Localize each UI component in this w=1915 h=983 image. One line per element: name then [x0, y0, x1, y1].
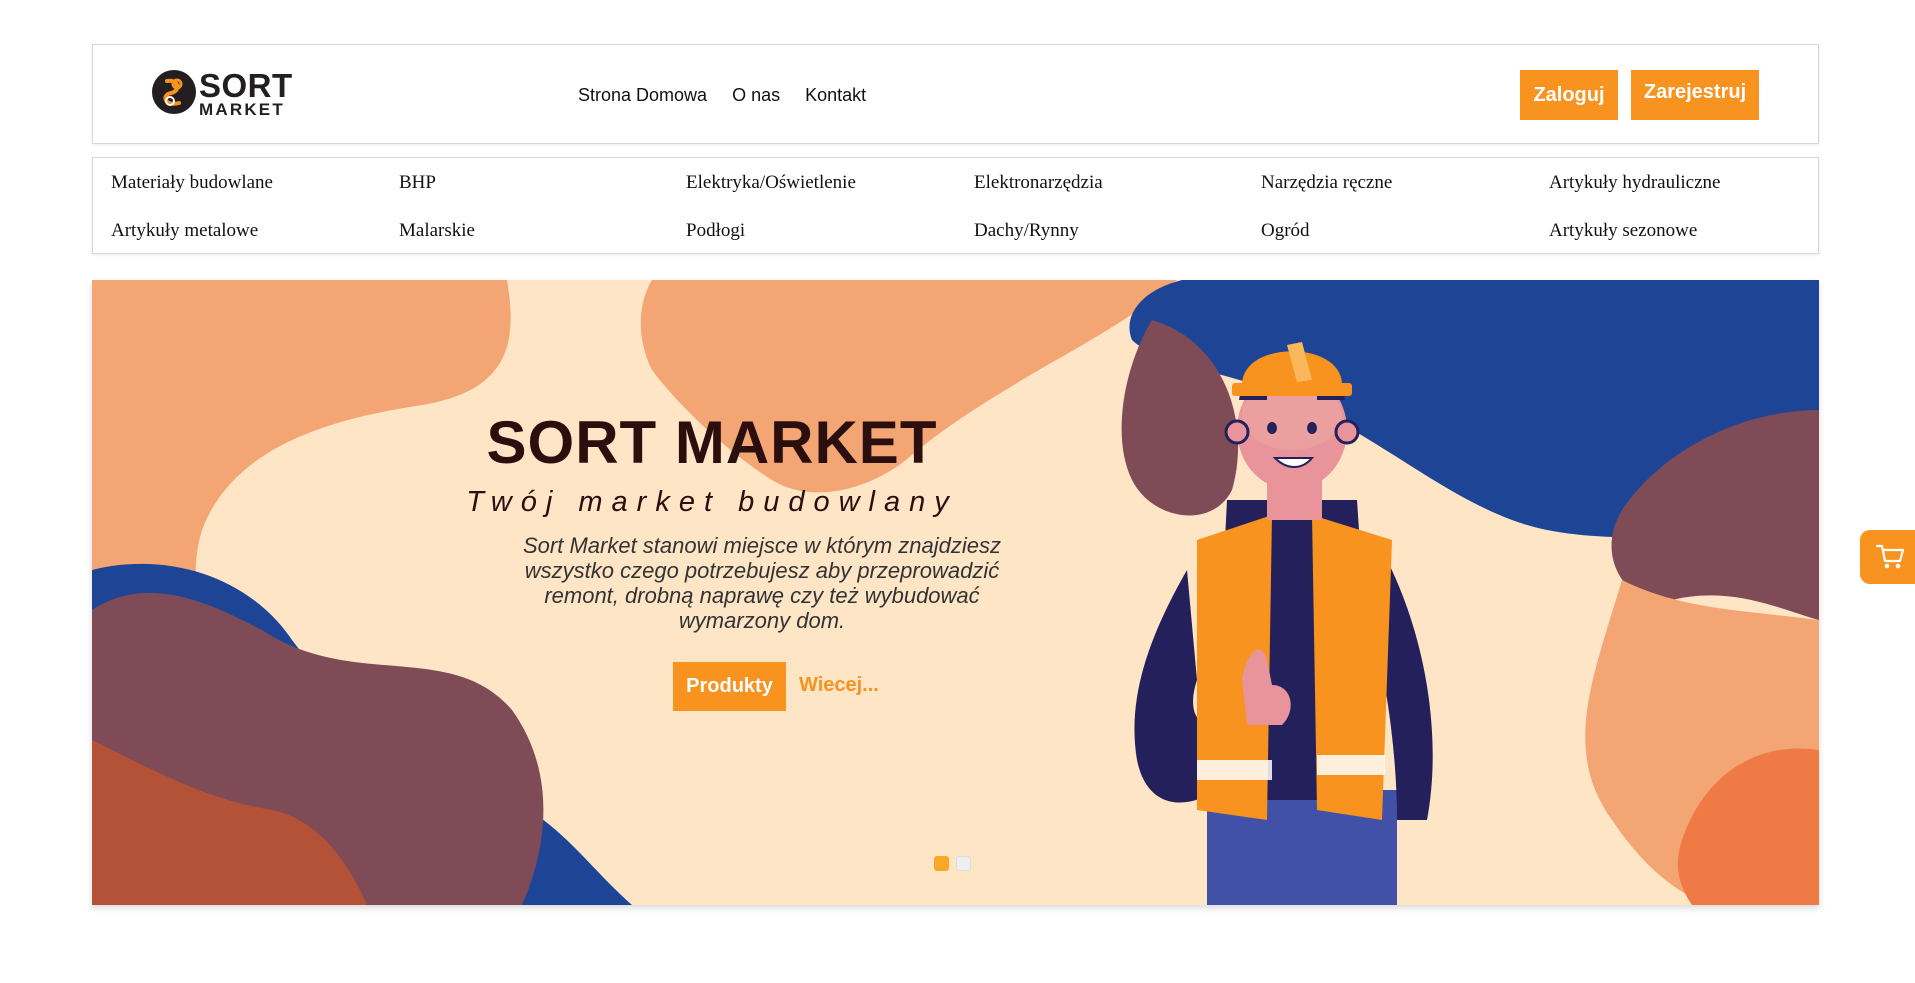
- category-link[interactable]: Malarskie: [399, 220, 475, 242]
- category-link[interactable]: Artykuły sezonowe: [1549, 220, 1697, 242]
- carousel-dot-1[interactable]: [934, 856, 949, 871]
- category-link[interactable]: BHP: [399, 172, 436, 194]
- category-link[interactable]: Podłogi: [686, 220, 745, 242]
- nav-link-about[interactable]: O nas: [732, 85, 780, 106]
- construction-worker-illustration: [1134, 342, 1433, 905]
- category-menu: Materiały budowlane BHP Elektryka/Oświet…: [92, 157, 1819, 254]
- category-link[interactable]: Dachy/Rynny: [974, 220, 1079, 242]
- floating-cart-button[interactable]: [1860, 530, 1915, 584]
- category-link[interactable]: Artykuły metalowe: [111, 220, 258, 242]
- category-link[interactable]: Artykuły hydrauliczne: [1549, 172, 1720, 194]
- logo-text-sort: SORT: [199, 67, 293, 104]
- category-link[interactable]: Elektryka/Oświetlenie: [686, 172, 856, 194]
- main-nav: Strona Domowa O nas Kontakt: [578, 85, 866, 106]
- nav-link-contact[interactable]: Kontakt: [805, 85, 866, 106]
- nav-link-home[interactable]: Strona Domowa: [578, 85, 707, 106]
- site-header: SORT MARKET Strona Domowa O nas Kontakt …: [92, 44, 1819, 144]
- carousel-dot-2[interactable]: [956, 856, 971, 871]
- category-link[interactable]: Materiały budowlane: [111, 172, 273, 194]
- logo-text-market: MARKET: [199, 100, 285, 119]
- products-button[interactable]: Produkty: [673, 662, 786, 711]
- logo-mark-icon: [152, 70, 196, 114]
- hero-description: Sort Market stanowi miejsce w którym zna…: [522, 533, 1002, 633]
- category-link[interactable]: Narzędzia ręczne: [1261, 172, 1392, 194]
- category-link[interactable]: Ogród: [1261, 220, 1310, 242]
- cart-icon: [1875, 544, 1905, 569]
- hero-banner: SORT MARKET Twój market budowlany Sort M…: [92, 280, 1819, 905]
- category-link[interactable]: Elektronarzędzia: [974, 172, 1103, 194]
- login-button[interactable]: Zaloguj: [1520, 70, 1618, 120]
- hero-title: SORT MARKET: [486, 409, 938, 476]
- carousel-indicators: [934, 856, 971, 871]
- hero-subtitle: Twój market budowlany: [466, 486, 958, 518]
- more-link[interactable]: Wiecej...: [799, 674, 879, 697]
- register-button[interactable]: Zarejestruj: [1631, 70, 1759, 120]
